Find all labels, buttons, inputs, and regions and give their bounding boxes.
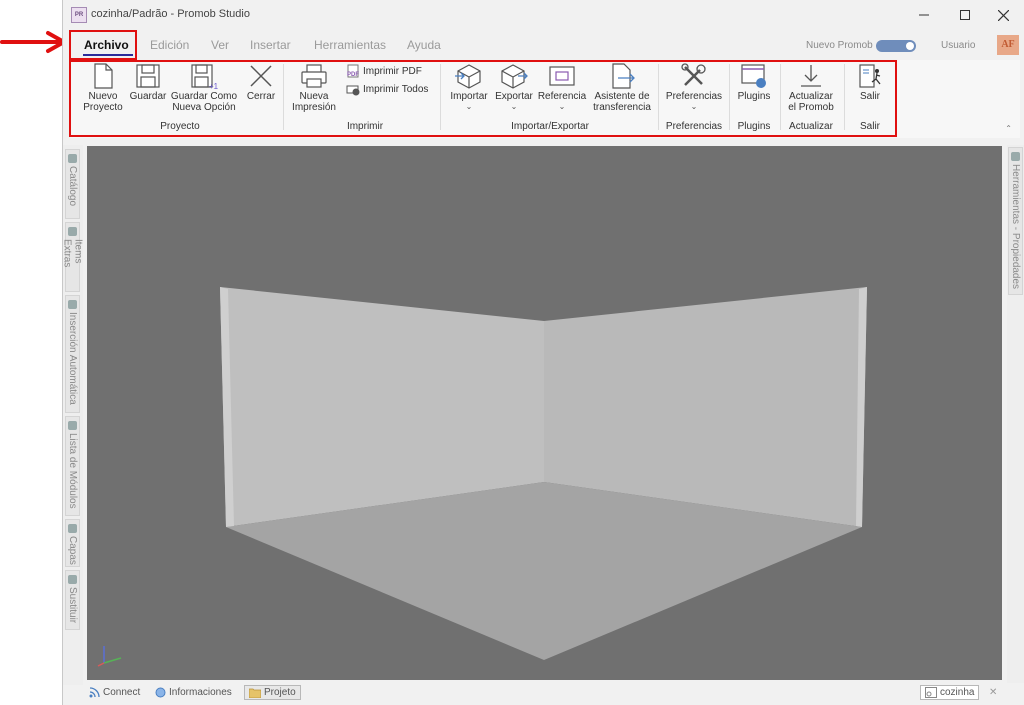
close-document-icon[interactable]: ✕: [989, 687, 997, 698]
toggle-knob: [906, 42, 914, 50]
tab-ayuda[interactable]: Ayuda: [407, 38, 441, 52]
document-tab[interactable]: cozinha: [920, 685, 980, 700]
tab-herramientas[interactable]: Herramientas: [314, 38, 386, 52]
tab-edicion[interactable]: Edición: [150, 38, 189, 52]
items-icon: [68, 227, 77, 236]
status-bar: Connect Informaciones Projeto cozinha ✕: [83, 683, 1024, 705]
projeto-tab[interactable]: Projeto: [244, 685, 301, 700]
window-title: cozinha/Padrão - Promob Studio: [91, 8, 250, 20]
document-label: cozinha: [940, 687, 975, 698]
close-icon: [997, 9, 1009, 21]
highlight-ribbon: [69, 60, 897, 137]
tab-lista-modulos[interactable]: Lista de Módulos: [65, 416, 80, 516]
replace-icon: [68, 575, 77, 584]
tab-insercion-label: Inserción Automática: [67, 312, 78, 405]
nuevo-promob-toggle[interactable]: [876, 40, 916, 52]
minimize-icon: [919, 14, 929, 16]
folder-icon: [249, 688, 261, 698]
tab-catalogo[interactable]: Catálogo: [65, 149, 80, 219]
tab-sustituir-label: Sustituir: [67, 587, 78, 624]
projeto-label: Projeto: [264, 687, 296, 698]
tab-items-extras[interactable]: Items Extras: [62, 222, 84, 292]
left-side-panel: Catálogo Items Extras Inserción Automáti…: [62, 145, 84, 685]
connect-label: Connect: [103, 687, 141, 698]
tab-herramientas-propiedades-label: Herramientas - Propiedades: [1010, 164, 1021, 290]
list-icon: [68, 421, 77, 430]
minimize-button[interactable]: [906, 4, 942, 26]
connect-button[interactable]: Connect: [89, 687, 140, 698]
tab-herramientas-propiedades[interactable]: Herramientas - Propiedades: [1008, 147, 1023, 295]
annotation-arrow: [0, 31, 66, 53]
tab-capas-label: Capas: [67, 536, 78, 565]
tab-sustituir[interactable]: Sustituir: [65, 570, 80, 630]
informaciones-button[interactable]: Informaciones: [155, 687, 232, 698]
user-menu[interactable]: Usuario: [941, 40, 975, 51]
avatar[interactable]: AF: [997, 35, 1019, 55]
layers-icon: [68, 524, 77, 533]
axis-gizmo-icon: [97, 646, 122, 667]
right-side-panel: Herramientas - Propiedades: [1007, 145, 1024, 685]
maximize-button[interactable]: [947, 4, 983, 26]
tab-insercion-automatica[interactable]: Inserción Automática: [65, 295, 80, 413]
auto-insert-icon: [68, 300, 77, 309]
tab-insertar[interactable]: Insertar: [250, 38, 291, 52]
tab-lista-label: Lista de Módulos: [67, 433, 78, 509]
maximize-icon: [960, 10, 970, 20]
title-bar: PR cozinha/Padrão - Promob Studio: [63, 0, 1024, 30]
room-walls: [97, 287, 867, 667]
close-window-button[interactable]: [985, 4, 1021, 26]
tab-catalogo-label: Catálogo: [67, 166, 78, 207]
tab-items-extras-label: Items Extras: [61, 238, 84, 267]
globe-icon: [155, 687, 166, 698]
tab-capas[interactable]: Capas: [65, 519, 80, 567]
catalog-icon: [68, 154, 77, 163]
nuevo-promob-label: Nuevo Promob: [806, 40, 873, 51]
app-logo-icon: PR: [71, 7, 87, 23]
highlight-archivo-tab: [69, 30, 137, 60]
3d-viewport[interactable]: [87, 146, 1002, 680]
informaciones-label: Informaciones: [169, 687, 232, 698]
tools-icon: [1011, 152, 1020, 161]
rss-icon: [89, 687, 100, 698]
collapse-ribbon-icon[interactable]: ⌃: [1005, 124, 1012, 133]
tab-ver[interactable]: Ver: [211, 38, 229, 52]
document-icon: [925, 687, 937, 698]
